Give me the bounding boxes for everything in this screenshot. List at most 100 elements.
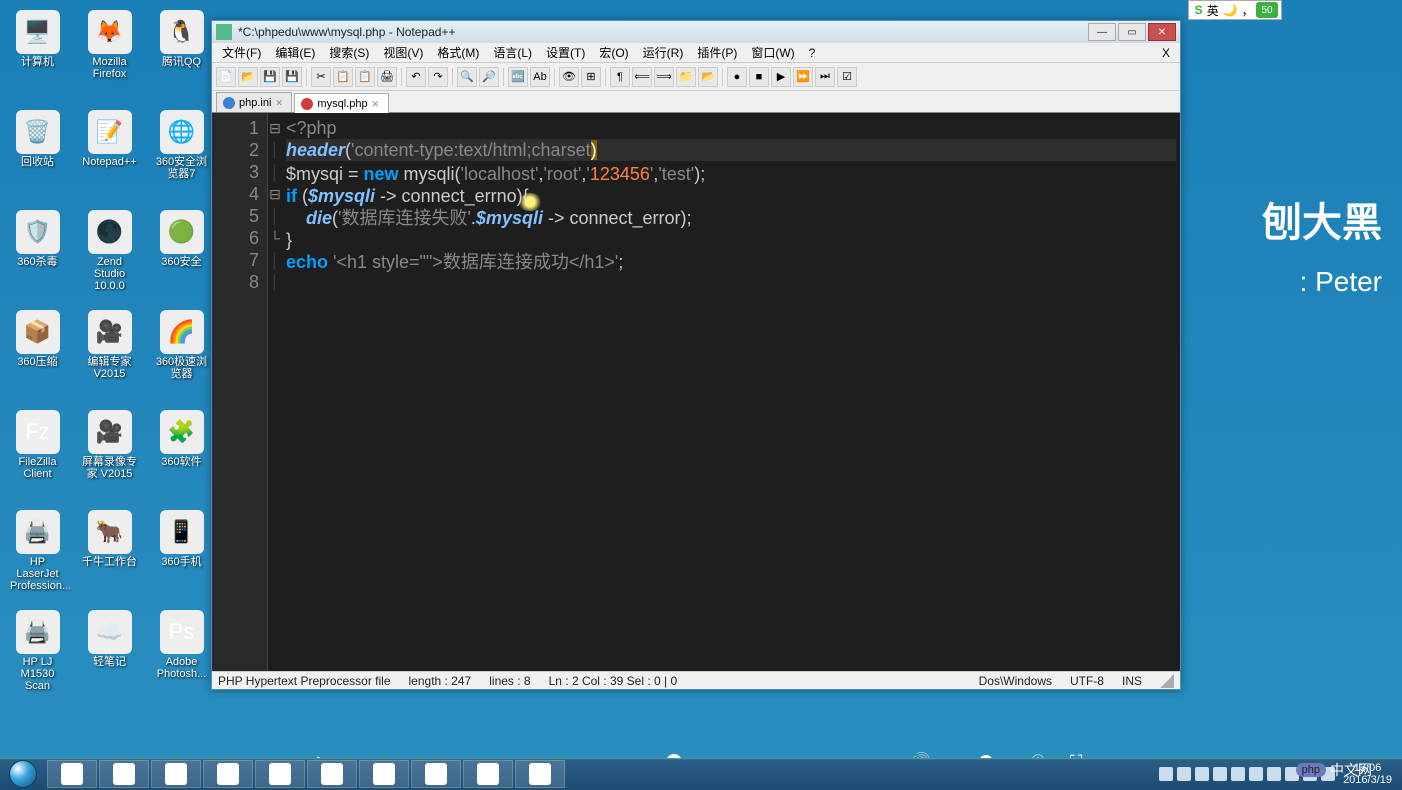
toolbar-button[interactable]: 📂 <box>238 67 258 87</box>
code-area[interactable]: <?phpheader('content-type:text/html;char… <box>282 113 1180 671</box>
desktop-icon[interactable]: 🖨️HP LJ M1530 Scan <box>10 610 65 692</box>
toolbar-button[interactable]: ↷ <box>428 67 448 87</box>
toolbar-button[interactable]: ▶ <box>771 67 791 87</box>
toolbar-button[interactable]: ↶ <box>406 67 426 87</box>
desktop-icon[interactable]: ☁️轻笔记 <box>82 610 137 668</box>
taskbar-item[interactable] <box>47 760 97 788</box>
menu-item[interactable]: 搜索(S) <box>323 42 375 63</box>
toolbar-button[interactable]: ⏭ <box>815 67 835 87</box>
minimize-button[interactable]: — <box>1088 23 1116 41</box>
taskbar-item[interactable] <box>307 760 357 788</box>
start-button[interactable] <box>0 758 46 790</box>
tray-icon[interactable] <box>1231 767 1245 781</box>
toolbar-button[interactable]: Ab <box>530 67 550 87</box>
desktop-icon[interactable]: 📱360手机 <box>154 510 209 568</box>
toolbar-button[interactable]: 💾 <box>260 67 280 87</box>
tray-icon[interactable] <box>1159 767 1173 781</box>
file-tab[interactable]: mysql.php✕ <box>294 93 388 113</box>
close-button[interactable]: ✕ <box>1148 23 1176 41</box>
tab-close-icon[interactable]: ✕ <box>275 98 285 108</box>
desktop-icon[interactable]: FzFileZilla Client <box>10 410 65 480</box>
toolbar-button[interactable]: ⏩ <box>793 67 813 87</box>
toolbar-button[interactable]: ☑ <box>837 67 857 87</box>
icon-label: 屏幕录像专家 V2015 <box>82 456 137 480</box>
desktop-icon[interactable]: 🐧腾讯QQ <box>154 10 209 68</box>
menu-close-icon[interactable]: X <box>1156 46 1176 60</box>
toolbar-button[interactable]: 🔍 <box>457 67 477 87</box>
menu-item[interactable]: 运行(R) <box>637 42 690 63</box>
toolbar-button[interactable]: 🖨 <box>377 67 397 87</box>
tray-icon[interactable] <box>1213 767 1227 781</box>
resize-grip-icon[interactable] <box>1160 674 1174 688</box>
taskbar-item[interactable] <box>359 760 409 788</box>
icon-label: HP LJ M1530 Scan <box>10 656 65 692</box>
icon-label: 计算机 <box>10 56 65 68</box>
menu-item[interactable]: 语言(L) <box>487 42 538 63</box>
taskbar-item[interactable] <box>463 760 513 788</box>
taskbar-item[interactable] <box>255 760 305 788</box>
desktop-icon[interactable]: 🌈360极速浏览器 <box>154 310 209 380</box>
menu-item[interactable]: 宏(O) <box>593 42 634 63</box>
toolbar-button[interactable]: ⟸ <box>632 67 652 87</box>
app-icon: 🌈 <box>160 310 204 354</box>
menu-item[interactable]: ? <box>803 44 822 62</box>
toolbar-button[interactable]: 📂 <box>698 67 718 87</box>
menu-item[interactable]: 视图(V) <box>377 42 429 63</box>
app-icon: 🧩 <box>160 410 204 454</box>
toolbar-button[interactable]: 📋 <box>333 67 353 87</box>
taskbar-item[interactable] <box>151 760 201 788</box>
desktop-icon[interactable]: 🖨️HP LaserJet Profession... <box>10 510 65 592</box>
toolbar-button[interactable]: ✂ <box>311 67 331 87</box>
tray-icon[interactable] <box>1249 767 1263 781</box>
desktop-icon[interactable]: 🖥️计算机 <box>10 10 65 68</box>
editor[interactable]: 12345678 ⊟││⊟│└││ <?phpheader('content-t… <box>212 113 1180 671</box>
desktop-icon[interactable]: 🧩360软件 <box>154 410 209 468</box>
file-tab[interactable]: php.ini ✕ <box>216 92 292 112</box>
menu-item[interactable]: 编辑(E) <box>269 42 321 63</box>
fold-margin[interactable]: ⊟││⊟│└││ <box>268 113 282 671</box>
maximize-button[interactable]: ▭ <box>1118 23 1146 41</box>
menu-item[interactable]: 文件(F) <box>216 42 267 63</box>
app-icon: 🐧 <box>160 10 204 54</box>
menu-item[interactable]: 设置(T) <box>540 42 591 63</box>
toolbar-button[interactable]: ■ <box>749 67 769 87</box>
menu-item[interactable]: 格式(M) <box>431 42 485 63</box>
menu-item[interactable]: 窗口(W) <box>745 42 800 63</box>
toolbar-button[interactable]: 📄 <box>216 67 236 87</box>
toolbar-button[interactable]: ⟹ <box>654 67 674 87</box>
toolbar-button[interactable]: ⊞ <box>581 67 601 87</box>
taskbar-item[interactable] <box>411 760 461 788</box>
tray-icon[interactable] <box>1195 767 1209 781</box>
toolbar-button[interactable]: 🔤 <box>508 67 528 87</box>
app-icon: 🎥 <box>88 410 132 454</box>
desktop-icon[interactable]: 🗑️回收站 <box>10 110 65 168</box>
toolbar-button[interactable]: 👁 <box>559 67 579 87</box>
toolbar-button[interactable]: 📁 <box>676 67 696 87</box>
tab-close-icon[interactable]: ✕ <box>372 99 382 109</box>
toolbar-button[interactable]: 📋 <box>355 67 375 87</box>
toolbar-button[interactable]: 🔎 <box>479 67 499 87</box>
toolbar-button[interactable]: 💾 <box>282 67 302 87</box>
desktop-icon[interactable]: 🐂千牛工作台 <box>82 510 137 568</box>
desktop-icon[interactable]: 🎥屏幕录像专家 V2015 <box>82 410 137 480</box>
taskbar-item[interactable] <box>99 760 149 788</box>
desktop-icon[interactable]: 📦360压缩 <box>10 310 65 368</box>
taskbar-item[interactable] <box>515 760 565 788</box>
toolbar-button[interactable]: ¶ <box>610 67 630 87</box>
desktop-icon[interactable]: 🦊Mozilla Firefox <box>82 10 137 80</box>
desktop-icon[interactable]: PsAdobe Photosh... <box>154 610 209 680</box>
desktop-icon[interactable]: 🎥编辑专家 V2015 <box>82 310 137 380</box>
desktop-icon[interactable]: 🛡️360杀毒 <box>10 210 65 268</box>
taskbar-item[interactable] <box>203 760 253 788</box>
desktop-icon[interactable]: 🟢360安全 <box>154 210 209 268</box>
toolbar-button[interactable]: ● <box>727 67 747 87</box>
menu-item[interactable]: 插件(P) <box>691 42 743 63</box>
tray-icon[interactable] <box>1267 767 1281 781</box>
tab-label: php.ini <box>239 97 271 109</box>
desktop-icon[interactable]: 🌑Zend Studio 10.0.0 <box>82 210 137 292</box>
app-icon: Fz <box>16 410 60 454</box>
title-bar[interactable]: *C:\phpedu\www\mysql.php - Notepad++ — ▭… <box>212 21 1180 43</box>
tray-icon[interactable] <box>1177 767 1191 781</box>
desktop-icon[interactable]: 🌐360安全浏览器7 <box>154 110 209 180</box>
desktop-icon[interactable]: 📝Notepad++ <box>82 110 137 168</box>
